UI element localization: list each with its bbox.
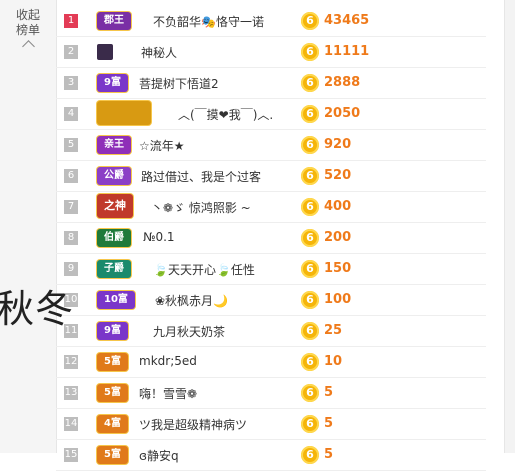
rank-number: 8 [64, 231, 78, 245]
rank-badge: 9富 [97, 74, 128, 92]
coin-icon: 6 [301, 415, 319, 433]
user-name[interactable]: ɞ静安q [139, 447, 179, 464]
scrollbar[interactable] [504, 0, 515, 453]
rank-number: 15 [64, 448, 78, 462]
left-rail: 收起 榜单 [0, 0, 57, 453]
coin-icon: 6 [301, 353, 319, 371]
coin-icon: 6 [301, 322, 319, 340]
user-name[interactable]: mkdr;5ed [139, 354, 197, 368]
rank-badge: 亲王 [97, 136, 131, 154]
user-name[interactable]: ︿(￣摸❤我￣)︿. [178, 106, 273, 123]
collapse-label-line2: 榜单 [15, 23, 40, 37]
coin-icon: 6 [301, 384, 319, 402]
rank-number: 13 [64, 386, 78, 400]
ranking-row[interactable]: 3 9富 菩提树下悟道2 6 2888 [56, 68, 486, 99]
score-value: 5 [324, 447, 334, 462]
coin-icon: 6 [301, 74, 319, 92]
score-value: 400 [324, 199, 352, 214]
ranking-row[interactable]: 9 子爵 🍃天天开心🍃任性 6 150 [56, 254, 486, 285]
coin-icon: 6 [301, 198, 319, 216]
coin-icon: 6 [301, 43, 319, 61]
ranking-row[interactable]: 13 5富 嗨！雪雪❁ 6 5 [56, 378, 486, 409]
coin-icon: 6 [301, 229, 319, 247]
user-name[interactable]: ❀秋枫赤月🌙 [155, 292, 228, 309]
score-value: 2888 [324, 75, 361, 90]
overlay-text: 秋冬 [0, 287, 75, 331]
user-name[interactable]: ☆流年★ [139, 137, 185, 154]
user-name[interactable]: 不负韶华🎭恪守一诺 [153, 13, 264, 30]
score-value: 10 [324, 354, 343, 369]
score-value: 150 [324, 261, 352, 276]
score-value: 520 [324, 168, 352, 183]
ranking-row[interactable]: 2 神秘人 6 11111 [56, 37, 486, 68]
coin-icon: 6 [301, 167, 319, 185]
coin-icon: 6 [301, 136, 319, 154]
mystery-person-icon [97, 44, 113, 60]
coin-icon: 6 [301, 291, 319, 309]
rank-badge: 10富 [97, 291, 135, 309]
rank-number: 5 [64, 138, 78, 152]
ranking-row[interactable]: 7 之神 丶❁ゞ 惊鸿照影 ~ 6 400 [56, 192, 486, 223]
user-name[interactable]: ツ我是超级精神病ツ [139, 416, 247, 433]
rank-number: 1 [64, 14, 78, 28]
coin-icon: 6 [301, 446, 319, 464]
rank-number: 7 [64, 200, 78, 214]
score-value: 5 [324, 416, 334, 431]
score-value: 200 [324, 230, 352, 245]
ranking-row[interactable]: 14 4富 ツ我是超级精神病ツ 6 5 [56, 409, 486, 440]
rank-badge: 公爵 [97, 167, 131, 185]
ranking-row[interactable]: 5 亲王 ☆流年★ 6 920 [56, 130, 486, 161]
coin-icon: 6 [301, 12, 319, 30]
rank-number: 12 [64, 355, 78, 369]
ranking-row[interactable]: 6 公爵 路过借过、我是个过客 6 520 [56, 161, 486, 192]
coin-icon: 6 [301, 260, 319, 278]
score-value: 2050 [324, 106, 361, 121]
ranking-row[interactable]: 11 9富 九月秋天奶茶 6 25 [56, 316, 486, 347]
rank-number: 3 [64, 76, 78, 90]
rank-number: 14 [64, 417, 78, 431]
score-value: 920 [324, 137, 352, 152]
rank-number: 4 [64, 107, 78, 121]
user-name[interactable]: 菩提树下悟道2 [139, 75, 219, 92]
collapse-ranking-button[interactable]: 收起 榜单 [8, 8, 48, 53]
ranking-row[interactable]: 1 郡王 不负韶华🎭恪守一诺 6 43465 [56, 6, 486, 37]
ranking-row[interactable]: 12 5富 mkdr;5ed 6 10 [56, 347, 486, 378]
rank-badge: 5富 [97, 384, 128, 402]
rank-badge: 郡王 [97, 12, 131, 30]
user-name[interactable]: 九月秋天奶茶 [153, 323, 225, 340]
user-name[interactable]: 路过借过、我是个过客 [141, 168, 261, 185]
user-name[interactable]: №0.1 [143, 230, 175, 244]
coin-icon: 6 [301, 105, 319, 123]
rank-number: 6 [64, 169, 78, 183]
ranking-row[interactable]: 10 10富 ❀秋枫赤月🌙 6 100 [56, 285, 486, 316]
rank-badge: 之神 [97, 194, 133, 218]
rank-badge: 9富 [97, 322, 128, 340]
score-value: 25 [324, 323, 343, 338]
collapse-label-line1: 收起 [15, 8, 40, 22]
user-name[interactable]: 🍃天天开心🍃任性 [153, 261, 255, 278]
score-value: 5 [324, 385, 334, 400]
ranking-list: 1 郡王 不负韶华🎭恪守一诺 6 43465 2 神秘人 6 11111 3 9富 菩提树下悟道2 6 2… [56, 6, 486, 471]
user-name[interactable]: 嗨！雪雪❁ [139, 385, 197, 402]
score-value: 43465 [324, 13, 370, 28]
rank-badge: 子爵 [97, 260, 131, 278]
ranking-row[interactable]: 15 5富 ɞ静安q 6 5 [56, 440, 486, 471]
rank-number: 9 [64, 262, 78, 276]
rank-badge: 5富 [97, 446, 128, 464]
user-name[interactable]: 丶❁ゞ 惊鸿照影 ~ [151, 199, 251, 216]
crown-badge-icon [97, 101, 151, 125]
score-value: 100 [324, 292, 352, 307]
rank-badge: 伯爵 [97, 229, 131, 247]
rank-badge: 4富 [97, 415, 128, 433]
ranking-row[interactable]: 4 ︿(￣摸❤我￣)︿. 6 2050 [56, 99, 486, 130]
rank-badge: 5富 [97, 353, 128, 371]
ranking-row[interactable]: 8 伯爵 №0.1 6 200 [56, 223, 486, 254]
user-name[interactable]: 神秘人 [141, 44, 177, 61]
chevron-up-icon [21, 40, 35, 53]
score-value: 11111 [324, 44, 370, 59]
rank-number: 2 [64, 45, 78, 59]
